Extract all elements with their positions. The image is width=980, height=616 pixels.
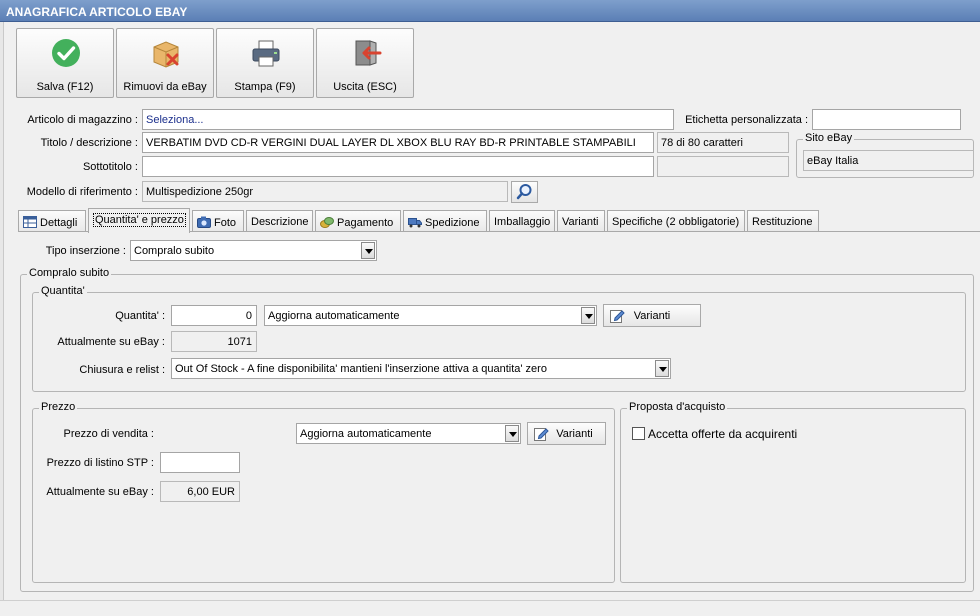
magnifier-icon: [516, 184, 532, 200]
proposta-acquisto-title: Proposta d'acquisto: [627, 401, 728, 413]
prezzo-aggiorna-select[interactable]: Aggiorna automaticamente: [296, 423, 521, 444]
left-edge: [0, 22, 4, 616]
articolo-field[interactable]: Seleziona...: [142, 109, 674, 130]
camera-icon: [197, 216, 211, 228]
prezzo-listino-field[interactable]: [160, 452, 240, 473]
tab-quantita-prezzo-label: Quantita' e prezzo: [93, 213, 186, 227]
prezzo-vendita-label: Prezzo di vendita :: [63, 428, 155, 440]
tab-foto[interactable]: Foto: [192, 210, 244, 232]
quantita-aggiorna-value: Aggiorna automaticamente: [268, 310, 400, 322]
tab-descrizione-label: Descrizione: [251, 216, 309, 228]
modello-label: Modello di riferimento :: [26, 186, 138, 198]
quantita-varianti-button[interactable]: Varianti: [603, 304, 701, 327]
tab-quantita-prezzo[interactable]: Quantita' e prezzo: [88, 208, 190, 233]
tab-specifiche-label: Specifiche (2 obbligatorie): [612, 216, 740, 228]
tab-imballaggio[interactable]: Imballaggio: [489, 210, 555, 232]
sottotitolo-counter: [657, 156, 789, 177]
tab-restituzione-label: Restituzione: [752, 216, 813, 228]
chiusura-relist-select[interactable]: Out Of Stock - A fine disponibilita' man…: [171, 358, 671, 379]
etichetta-label: Etichetta personalizzata :: [685, 114, 808, 126]
edit-icon: [610, 310, 625, 323]
articolo-label: Articolo di magazzino :: [27, 114, 138, 126]
window-title: ANAGRAFICA ARTICOLO EBAY: [0, 0, 980, 22]
chiusura-relist-value: Out Of Stock - A fine disponibilita' man…: [175, 363, 547, 375]
titolo-field[interactable]: VERBATIM DVD CD-R VERGINI DUAL LAYER DL …: [142, 132, 654, 153]
modello-search-button[interactable]: [511, 181, 538, 203]
tab-spedizione[interactable]: Spedizione: [403, 210, 487, 232]
checkmark-icon: [52, 39, 80, 67]
chevron-down-icon: [581, 307, 595, 324]
tab-pagamento[interactable]: Pagamento: [315, 210, 401, 232]
tab-varianti[interactable]: Varianti: [557, 210, 605, 232]
accetta-offerte-checkbox[interactable]: [632, 427, 645, 440]
remove-from-ebay-button[interactable]: Rimuovi da eBay: [116, 28, 214, 98]
prezzo-attuale-field: 6,00 EUR: [160, 481, 240, 502]
tab-varianti-label: Varianti: [562, 216, 599, 228]
edit-icon: [534, 428, 549, 441]
print-button-label: Stampa (F9): [234, 81, 296, 93]
compralo-subito-title: Compralo subito: [27, 267, 112, 279]
chiusura-label: Chiusura e relist :: [79, 364, 165, 376]
chevron-down-icon: [655, 360, 669, 377]
tipo-inserzione-select[interactable]: Compralo subito: [130, 240, 377, 261]
tab-spedizione-label: Spedizione: [425, 217, 480, 229]
sottotitolo-field[interactable]: [142, 156, 654, 177]
quantita-group-title: Quantita': [39, 285, 87, 297]
titolo-label: Titolo / descrizione :: [40, 137, 138, 149]
titolo-counter: 78 di 80 caratteri: [657, 132, 789, 153]
sottotitolo-label: Sottotitolo :: [82, 161, 138, 173]
chevron-down-icon: [505, 425, 519, 442]
exit-button[interactable]: Uscita (ESC): [316, 28, 414, 98]
tab-foto-label: Foto: [214, 217, 237, 229]
tab-specifiche[interactable]: Specifiche (2 obbligatorie): [607, 210, 745, 232]
sito-ebay-field: eBay Italia: [803, 150, 974, 171]
tab-dettagli[interactable]: Dettagli: [18, 210, 86, 232]
chevron-down-icon: [361, 242, 375, 259]
save-button[interactable]: Salva (F12): [16, 28, 114, 98]
quantita-attuale-label: Attualmente su eBay :: [57, 336, 165, 348]
table-icon: [23, 216, 37, 228]
prezzo-listino-label: Prezzo di listino STP :: [46, 457, 154, 469]
truck-icon: [408, 218, 422, 228]
exit-door-icon: [355, 40, 382, 66]
tab-restituzione[interactable]: Restituzione: [747, 210, 819, 232]
bottom-bar: [0, 600, 980, 616]
tab-imballaggio-label: Imballaggio: [494, 216, 551, 228]
box-remove-icon: [153, 41, 179, 68]
print-button[interactable]: Stampa (F9): [216, 28, 314, 98]
etichetta-field[interactable]: [812, 109, 961, 130]
coins-icon: [320, 217, 334, 228]
modello-field: Multispedizione 250gr: [142, 181, 508, 202]
exit-button-label: Uscita (ESC): [333, 81, 397, 93]
sito-ebay-title: Sito eBay: [803, 132, 855, 144]
prezzo-group-title: Prezzo: [39, 401, 78, 413]
printer-icon: [252, 40, 280, 67]
quantita-aggiorna-select[interactable]: Aggiorna automaticamente: [264, 305, 597, 326]
prezzo-attuale-label: Attualmente su eBay :: [46, 486, 154, 498]
save-button-label: Salva (F12): [36, 81, 94, 93]
prezzo-aggiorna-value: Aggiorna automaticamente: [300, 428, 432, 440]
remove-button-label: Rimuovi da eBay: [123, 81, 207, 93]
prezzo-varianti-button[interactable]: Varianti: [527, 422, 606, 445]
tab-descrizione[interactable]: Descrizione: [246, 210, 313, 232]
accetta-offerte-label[interactable]: Accetta offerte da acquirenti: [648, 427, 797, 441]
quantita-varianti-label: Varianti: [633, 310, 671, 322]
tab-dettagli-label: Dettagli: [40, 217, 78, 229]
tipo-inserzione-value: Compralo subito: [134, 245, 215, 257]
quantita-attuale-field: 1071: [171, 331, 257, 352]
tab-bar: Dettagli Quantita' e prezzo Foto Descriz…: [18, 208, 838, 233]
tab-pagamento-label: Pagamento: [337, 217, 394, 229]
quantita-label: Quantita' :: [115, 310, 165, 322]
quantita-field[interactable]: 0: [171, 305, 257, 326]
tipo-inserzione-label: Tipo inserzione :: [45, 245, 126, 257]
